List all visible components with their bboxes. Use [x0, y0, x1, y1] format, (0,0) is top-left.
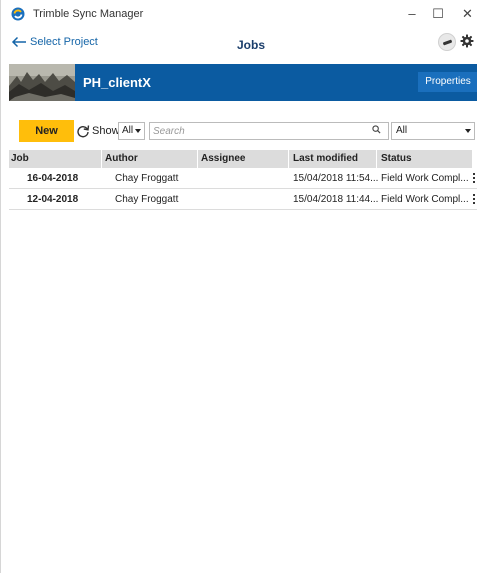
maximize-button[interactable]: ☐	[427, 4, 449, 24]
search-icon[interactable]	[372, 125, 381, 134]
job-status: Field Work Compl...	[381, 194, 469, 205]
chevron-down-icon	[135, 129, 141, 133]
status-filter-value: All	[396, 125, 408, 136]
more-vertical-icon[interactable]	[473, 194, 476, 205]
arrow-left-icon	[11, 36, 26, 48]
column-header-author[interactable]: Author	[105, 153, 138, 164]
avatar[interactable]	[438, 33, 456, 51]
close-button[interactable]: ✕	[456, 4, 477, 24]
show-label: Show	[92, 125, 120, 137]
status-filter-select[interactable]: All	[391, 122, 475, 140]
show-filter-select[interactable]: All	[118, 122, 145, 140]
job-name: 16-04-2018	[27, 173, 79, 184]
minimize-button[interactable]: –	[401, 4, 423, 24]
job-last-modified: 15/04/2018 11:44...	[293, 194, 379, 205]
back-to-select-project-link[interactable]: Select Project	[11, 36, 98, 48]
search-input[interactable]	[153, 124, 363, 138]
project-name: PH_clientX	[83, 75, 151, 90]
back-label: Select Project	[30, 36, 98, 48]
landscape-image-icon	[9, 64, 75, 101]
table-header: Job Author Assignee Last modified Status	[9, 150, 472, 168]
column-header-assignee[interactable]: Assignee	[201, 153, 245, 164]
column-divider	[101, 150, 102, 168]
job-author: Chay Froggatt	[115, 194, 179, 205]
column-divider	[288, 150, 289, 168]
table-row[interactable]: 12-04-2018 Chay Froggatt 15/04/2018 11:4…	[9, 189, 477, 210]
table-row[interactable]: 16-04-2018 Chay Froggatt 15/04/2018 11:5…	[9, 168, 477, 189]
column-header-status[interactable]: Status	[381, 153, 412, 164]
jobs-toolbar: New Show All All	[9, 120, 477, 142]
show-filter-value: All	[122, 125, 134, 136]
column-header-last-modified[interactable]: Last modified	[293, 153, 358, 164]
project-thumbnail-image	[9, 64, 75, 101]
nav-bar: Select Project Jobs	[1, 30, 477, 58]
job-name: 12-04-2018	[27, 194, 79, 205]
project-banner: PH_clientX Properties	[9, 64, 477, 101]
app-window: Trimble Sync Manager – ☐ ✕ Select Projec…	[0, 0, 477, 573]
column-divider	[376, 150, 377, 168]
job-author: Chay Froggatt	[115, 173, 179, 184]
gear-icon[interactable]	[460, 34, 474, 48]
title-bar: Trimble Sync Manager – ☐ ✕	[1, 0, 477, 30]
trimble-sync-logo-icon	[11, 7, 25, 21]
chevron-down-icon	[465, 129, 471, 133]
new-job-button[interactable]: New	[19, 120, 74, 142]
job-last-modified: 15/04/2018 11:54...	[293, 173, 379, 184]
more-vertical-icon[interactable]	[473, 173, 476, 184]
page-title: Jobs	[236, 38, 265, 52]
search-box[interactable]	[149, 122, 389, 140]
refresh-icon[interactable]	[76, 124, 90, 138]
column-header-job[interactable]: Job	[11, 153, 29, 164]
app-title: Trimble Sync Manager	[33, 8, 144, 20]
column-divider	[197, 150, 198, 168]
properties-button[interactable]: Properties	[418, 72, 477, 92]
job-status: Field Work Compl...	[381, 173, 469, 184]
